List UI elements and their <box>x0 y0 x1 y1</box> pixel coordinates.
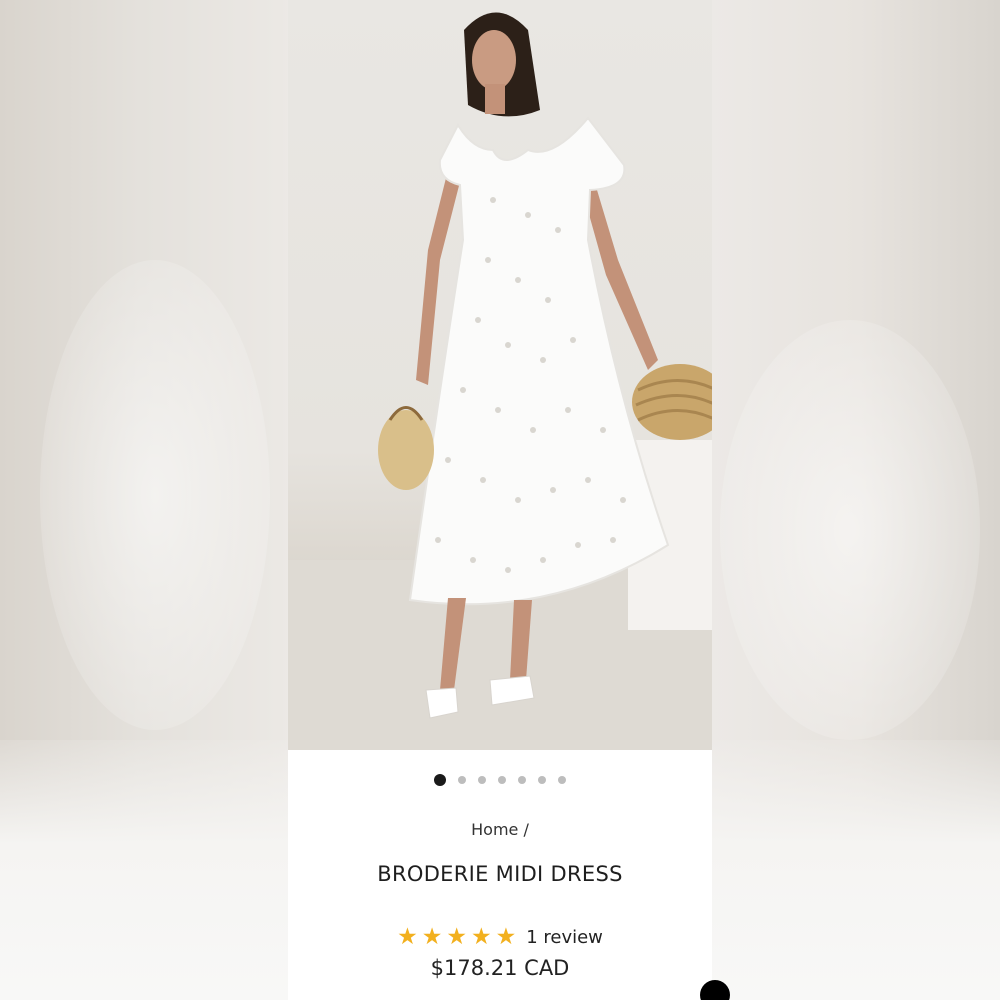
review-count[interactable]: 1 review <box>526 927 603 948</box>
product-rating[interactable]: ★ ★ ★ ★ ★ 1 review <box>288 925 712 949</box>
star-icon: ★ <box>470 924 492 950</box>
straw-bag <box>378 410 434 490</box>
gallery-dot-2[interactable] <box>458 776 466 784</box>
product-title: BRODERIE MIDI DRESS <box>377 862 623 886</box>
blurred-left-region <box>40 260 270 730</box>
product-image[interactable] <box>288 0 712 750</box>
star-icon: ★ <box>421 924 443 950</box>
star-icon: ★ <box>397 924 418 950</box>
left-shoe <box>425 687 459 719</box>
dress-photo-illustration <box>288 12 712 750</box>
gallery-dot-5[interactable] <box>518 776 526 784</box>
product-price: $178.21 CAD <box>430 956 570 980</box>
breadcrumb[interactable]: Home / <box>288 820 712 839</box>
face <box>472 30 516 90</box>
blurred-right-region <box>720 320 980 740</box>
gallery-dot-4[interactable] <box>498 776 506 784</box>
gallery-pagination <box>288 774 712 786</box>
product-page: Home / BRODERIE MIDI DRESS ★ ★ ★ ★ ★ 1 r… <box>288 0 712 1000</box>
gallery-dot-6[interactable] <box>538 776 546 784</box>
gallery-dot-3[interactable] <box>478 776 486 784</box>
star-icon: ★ <box>495 924 517 950</box>
gallery-dot-7[interactable] <box>558 776 566 784</box>
gallery-dot-1[interactable] <box>434 774 446 786</box>
star-icon: ★ <box>446 924 467 950</box>
